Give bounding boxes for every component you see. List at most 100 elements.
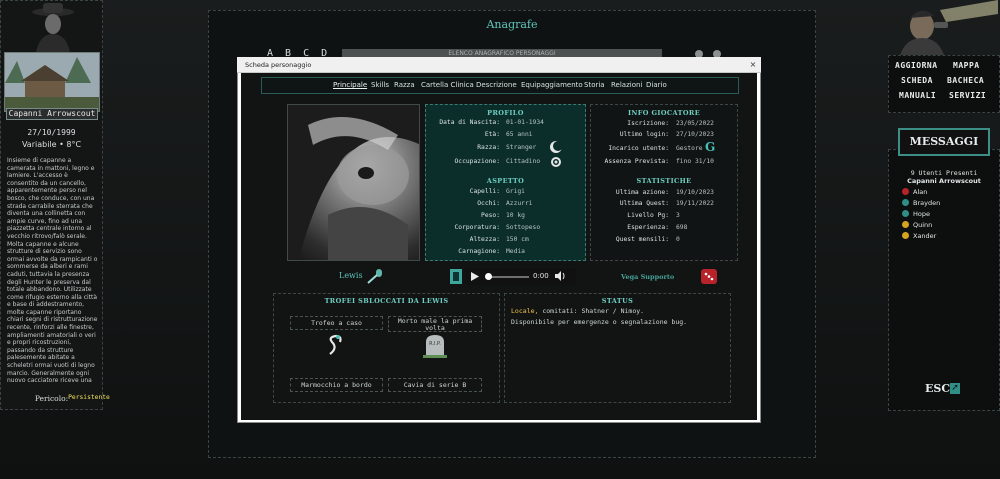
last-action-value: 19/10/2023: [676, 189, 714, 196]
age-value: 65 anni: [506, 131, 533, 138]
audio-progress-track[interactable]: [487, 276, 529, 278]
online-user[interactable]: Brayden: [902, 199, 940, 207]
appearance-title: ASPETTO: [486, 177, 525, 185]
race-value: Stranger: [506, 144, 537, 151]
occupation-label: Occupazione:: [454, 158, 501, 165]
trophy-item[interactable]: Morto male la prima volta: [388, 316, 482, 332]
build-label: Corporatura:: [454, 224, 501, 231]
experience-label: Esperienza:: [627, 224, 669, 231]
weight-value: 10 kg: [506, 212, 525, 219]
svg-text:R.I.P.: R.I.P.: [429, 341, 441, 347]
weight-label: Peso:: [481, 212, 500, 219]
user-status-icon: [902, 210, 909, 217]
character-portrait: [287, 104, 420, 261]
location-name: Capanni Arrowscout: [6, 108, 98, 120]
last-quest-label: Ultima Quest:: [619, 200, 669, 207]
signup-label: Iscrizione:: [627, 120, 669, 127]
last-quest-value: 19/11/2022: [676, 200, 714, 207]
audio-time: 0:00: [533, 272, 549, 280]
menu-aggiorna[interactable]: AGGIORNA: [895, 61, 938, 70]
messages-button[interactable]: MESSAGGI: [898, 128, 990, 156]
status-title: STATUS: [601, 297, 634, 305]
trophy-item[interactable]: Marmocchio a bordo: [290, 378, 383, 392]
dice-icon[interactable]: [701, 269, 717, 284]
page-title: Anagrafe: [486, 18, 538, 31]
hair-value: Grigi: [506, 188, 525, 195]
last-login-value: 27/10/2023: [676, 131, 714, 138]
status-availability: Disponibile per emergenze o segnalazione…: [511, 318, 688, 326]
age-label: Età:: [484, 131, 500, 138]
monthly-quests-label: Quest mensili:: [615, 236, 669, 243]
audio-player: 0:00: [465, 268, 576, 285]
user-status-icon: [902, 188, 909, 195]
birth-date-value: 01-01-1934: [506, 119, 544, 126]
eyes-value: Azzurri: [506, 200, 533, 207]
trophy-item[interactable]: Trofeo a caso: [290, 316, 383, 330]
user-status-icon: [902, 221, 909, 228]
volume-icon[interactable]: [555, 271, 566, 281]
dialog-titlebar[interactable]: [237, 57, 761, 73]
dialog-title: Scheda personaggio: [245, 61, 312, 69]
tab-descrizione[interactable]: Descrizione: [476, 81, 517, 89]
trophies-title: TROFEI SBLOCCATI DA LEWIS: [324, 297, 449, 305]
complexion-value: Media: [506, 248, 525, 255]
tab-cartella-clinica[interactable]: Cartella Clinica: [421, 81, 474, 89]
close-icon[interactable]: ×: [747, 60, 759, 70]
moon-icon: [550, 141, 563, 153]
level-label: Livello Pg:: [627, 212, 669, 219]
danger-label: Pericolo:: [34, 394, 69, 403]
exit-arrow-icon[interactable]: ➚: [950, 383, 960, 394]
tab-diario[interactable]: Diario: [646, 81, 667, 89]
status-committees: comitati: Shatner / Nimoy.: [542, 307, 645, 315]
height-value: 150 cm: [506, 236, 529, 243]
online-count: 9 Utenti Presenti: [910, 169, 978, 177]
online-user[interactable]: Hope: [902, 210, 930, 218]
status-line: Locale, comitati: Shatner / Nimoy.: [511, 307, 644, 315]
menu-manuali[interactable]: MANUALI: [899, 91, 936, 100]
user-status-icon: [902, 232, 909, 239]
player-avatar-icon: [900, 0, 998, 55]
microphone-icon[interactable]: [366, 268, 384, 284]
user-name: Hope: [913, 210, 930, 218]
hunter-avatar-icon: [32, 3, 74, 52]
trophy-item[interactable]: Cavia di serie B: [388, 378, 482, 392]
gestore-icon: G: [705, 140, 716, 154]
menu-bacheca[interactable]: BACHECA: [947, 76, 984, 85]
complexion-label: Carnagione:: [458, 248, 500, 255]
support-link[interactable]: Vega Supporto: [621, 273, 674, 281]
current-date: 27/10/1999: [27, 128, 76, 137]
birth-date-label: Data di Nascita:: [439, 119, 500, 126]
character-name: Lewis: [339, 271, 363, 280]
role-label: Incarico utente:: [608, 145, 669, 152]
absence-label: Assenza Prevista:: [604, 158, 669, 165]
main-menu: AGGIORNA MAPPA SCHEDA BACHECA MANUALI SE…: [888, 55, 1000, 113]
tab-principale[interactable]: Principale: [333, 81, 367, 89]
last-login-label: Ultimo login:: [619, 131, 669, 138]
online-user[interactable]: Alan: [902, 188, 927, 196]
tab-relazioni[interactable]: Relazioni: [611, 81, 642, 89]
menu-mappa[interactable]: MAPPA: [953, 61, 980, 70]
gear-icon: [551, 157, 561, 167]
online-user[interactable]: Quinn: [902, 221, 932, 229]
play-icon[interactable]: [471, 272, 479, 281]
monthly-quests-value: 0: [676, 236, 680, 243]
audio-progress-handle[interactable]: [485, 273, 492, 280]
online-user[interactable]: Xander: [902, 232, 936, 240]
tab-razza[interactable]: Razza: [394, 81, 415, 89]
level-value: 3: [676, 212, 680, 219]
online-place: Capanni Arrowscout: [907, 177, 981, 185]
audio-file-icon: [450, 269, 462, 284]
tab-skills[interactable]: Skills: [371, 81, 389, 89]
tab-storia[interactable]: Storia: [584, 81, 605, 89]
height-label: Altezza:: [469, 236, 500, 243]
menu-scheda[interactable]: SCHEDA: [901, 76, 933, 85]
role-value: Gestore: [676, 145, 703, 152]
weather-status: Variabile • 8°C: [21, 140, 82, 149]
location-photo: [4, 52, 100, 112]
eyes-label: Occhi:: [477, 200, 500, 207]
stats-title: STATISTICHE: [636, 177, 692, 185]
lizard-trophy-icon: [329, 334, 342, 355]
tab-equipaggiamento[interactable]: Equipaggiamento: [521, 81, 583, 89]
last-action-label: Ultima azione:: [615, 189, 669, 196]
menu-servizi[interactable]: SERVIZI: [949, 91, 986, 100]
